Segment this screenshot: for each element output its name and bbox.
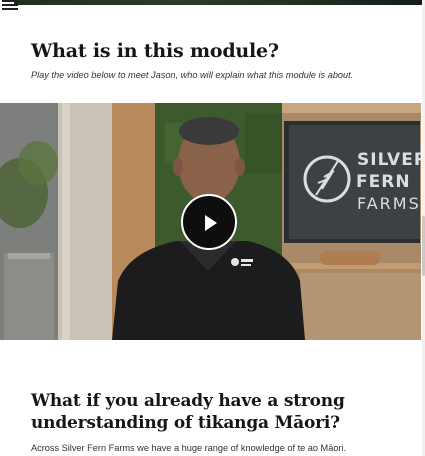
tv-brand-line-2: FERN: [356, 172, 411, 192]
knowledge-paragraph: Across Silver Fern Farms we have a huge …: [31, 443, 347, 453]
play-icon: [205, 215, 217, 231]
knowledge-heading: What if you already have a strong unders…: [31, 391, 345, 433]
module-heading: What is in this module?: [31, 40, 279, 62]
tv-brand-line-3: FARMS: [357, 194, 421, 213]
tv-brand-line-1: SILVER: [357, 150, 421, 170]
menu-icon[interactable]: [2, 0, 18, 10]
previous-video-bottom-edge: [14, 0, 422, 5]
play-button[interactable]: [181, 194, 237, 250]
module-intro-text: Play the video below to meet Jason, who …: [31, 70, 354, 80]
